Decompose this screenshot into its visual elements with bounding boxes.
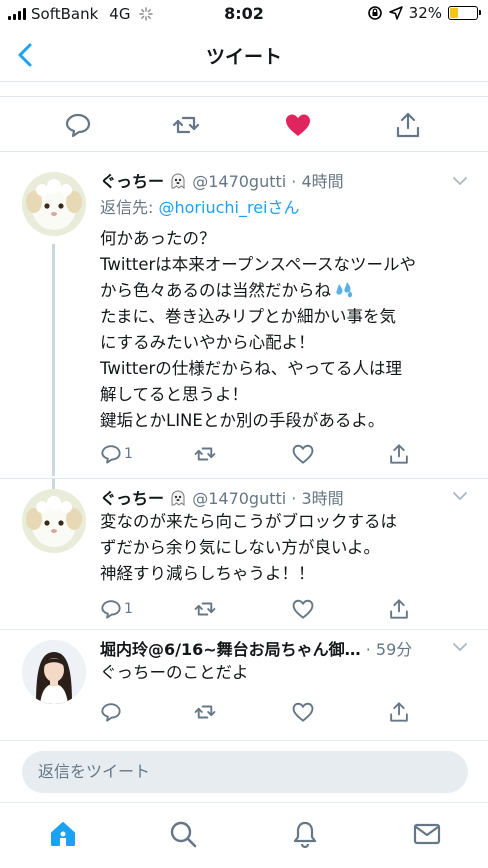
reply-actions: 1: [100, 597, 420, 625]
tweet-line: 神経すり減らしちゃうよ！！: [100, 564, 315, 583]
tweet-action-bar: [0, 96, 488, 152]
notifications-icon[interactable]: [290, 819, 320, 849]
tweet-line: Twitterは本来オープンスペースなツールや: [100, 255, 417, 274]
tweet-line: 何かあったの？: [100, 229, 216, 248]
reply-tweet[interactable]: 堀内玲@6/16~舞台お局ちゃん御… · 59分 ぐっちーのことだよ: [0, 630, 488, 738]
thread-line: [52, 479, 55, 489]
tweet-line: 解してると思うよ！: [100, 385, 249, 404]
chevron-down-icon[interactable]: [452, 176, 468, 186]
navigation-bar: ツイート: [0, 30, 488, 82]
share-button[interactable]: [388, 597, 410, 621]
retweet-button[interactable]: [194, 442, 216, 466]
location-icon: [388, 6, 403, 20]
thread-line: [52, 244, 55, 476]
tweet-line: Twitterの仕様だからね、やってる人は理: [100, 359, 402, 378]
avatar[interactable]: [22, 640, 86, 704]
tweet-line: ぐっちーのことだよ: [100, 663, 249, 682]
home-icon[interactable]: [48, 819, 78, 849]
tweet-line: ずだから余り気にしない方が良いよ。: [100, 538, 381, 557]
retweet-icon[interactable]: [172, 111, 200, 139]
status-right: 32%: [367, 4, 481, 22]
reply-button[interactable]: [100, 700, 122, 724]
tweet-text: 変なのが来たら向こうがブロックするは ずだから余り気にしない方が良いよ。 神経す…: [100, 509, 470, 587]
retweet-icon: [194, 602, 216, 616]
ghost-emoji-icon: [171, 173, 185, 190]
reply-header: 堀内玲@6/16~舞台お局ちゃん御… · 59分: [100, 636, 412, 660]
battery-fill: [450, 8, 459, 18]
tweet-line: 変なのが来たら向こうがブロックするは: [100, 512, 397, 531]
like-icon: [292, 702, 314, 722]
reply-icon: [101, 703, 121, 722]
sweat-droplets-emoji-icon: [336, 282, 353, 298]
tweet-line: から色々あるのは当然だからね: [100, 281, 331, 300]
display-name[interactable]: ぐっちー: [100, 172, 164, 191]
reply-header: ぐっちー @1470gutti · 4時間: [100, 168, 344, 192]
handle-and-time: · 59分: [360, 640, 413, 659]
reply-actions: 1: [100, 442, 420, 470]
reply-to: 返信先: @horiuchi_reiさん: [100, 194, 300, 218]
tweet-text: ぐっちーのことだよ: [100, 660, 470, 686]
reply-icon: [101, 445, 121, 464]
like-icon: [292, 444, 314, 464]
share-icon[interactable]: [394, 111, 422, 139]
like-icon[interactable]: [284, 111, 312, 139]
reply-input[interactable]: 返信をツイート: [22, 751, 468, 793]
reply-icon[interactable]: [64, 111, 92, 139]
retweet-icon: [194, 705, 216, 719]
chevron-down-icon[interactable]: [452, 491, 468, 501]
retweet-button[interactable]: [194, 597, 216, 621]
like-button[interactable]: [292, 442, 314, 466]
search-icon[interactable]: [168, 819, 198, 849]
tab-bar: [0, 802, 488, 868]
retweet-button[interactable]: [194, 700, 216, 724]
share-icon: [390, 444, 408, 464]
battery-icon: [448, 6, 481, 20]
ghost-emoji-icon: [171, 490, 185, 507]
reply-tweet[interactable]: ぐっちー @1470gutti · 3時間 変なのが来たら向こうがブロックするは…: [0, 479, 488, 629]
like-icon: [292, 599, 314, 619]
reply-button[interactable]: 1: [100, 597, 133, 621]
retweet-icon: [194, 447, 216, 461]
reply-to-suffix: さん: [267, 198, 300, 217]
share-button[interactable]: [388, 700, 410, 724]
page-title: ツイート: [205, 46, 282, 68]
like-button[interactable]: [292, 597, 314, 621]
reply-count: 1: [124, 446, 133, 462]
reply-header: ぐっちー @1470gutti · 3時間: [100, 485, 344, 509]
tweet-line-with-emoji: から色々あるのは当然だからね: [100, 278, 470, 304]
avatar[interactable]: [22, 489, 86, 553]
tweet-text: 何かあったの？ Twitterは本来オープンスペースなツールや から色々あるのは…: [100, 226, 470, 434]
status-bar: SoftBank 4G 8:02 32%: [0, 0, 488, 30]
like-button[interactable]: [292, 700, 314, 724]
share-icon: [390, 702, 408, 722]
reply-count: 1: [124, 601, 133, 617]
messages-icon[interactable]: [412, 819, 442, 849]
handle-and-time: @1470gutti · 3時間: [192, 489, 344, 508]
battery-percent: 32%: [408, 4, 442, 22]
share-icon: [390, 599, 408, 619]
tweet-line: にするみたいやから心配よ！: [100, 333, 315, 352]
display-name[interactable]: 堀内玲@6/16~舞台お局ちゃん御…: [100, 640, 361, 659]
share-button[interactable]: [388, 442, 410, 466]
reply-actions: [100, 700, 420, 728]
reply-icon: [101, 600, 121, 619]
handle-and-time: @1470gutti · 4時間: [192, 172, 344, 191]
reply-composer: 返信をツイート: [0, 740, 488, 802]
reply-tweet[interactable]: ぐっちー @1470gutti · 4時間 返信先: @horiuchi_rei…: [0, 152, 488, 478]
tweet-line: 鍵垢とかLINEとか別の手段があるよ。: [100, 411, 385, 430]
rotation-lock-icon: [367, 6, 382, 20]
reply-to-link[interactable]: @horiuchi_rei: [158, 198, 267, 217]
reply-to-prefix: 返信先:: [100, 198, 159, 217]
avatar[interactable]: [22, 172, 86, 236]
reply-button[interactable]: 1: [100, 442, 133, 466]
tweet-line: たまに、巻き込みリプとか細かい事を気: [100, 307, 397, 326]
display-name[interactable]: ぐっちー: [100, 489, 164, 508]
chevron-down-icon[interactable]: [452, 642, 468, 652]
